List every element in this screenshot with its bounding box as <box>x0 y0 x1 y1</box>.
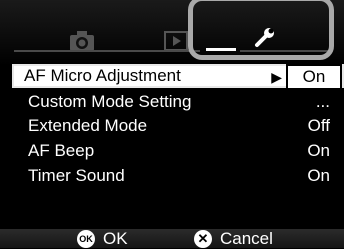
menu-item-extended-mode[interactable]: Extended Mode Off <box>18 114 344 138</box>
menu-item-value: On <box>302 67 326 86</box>
ok-button[interactable]: OK OK <box>77 229 128 248</box>
menu-item-label: AF Micro Adjustment <box>24 66 181 85</box>
menu-item-label: AF Beep <box>28 141 95 160</box>
cancel-label: Cancel <box>220 228 273 248</box>
menu-item-value: On <box>307 166 330 185</box>
tab-underline-camera <box>14 50 150 52</box>
cancel-icon: ✕ <box>194 229 212 248</box>
ok-icon: OK <box>77 229 95 248</box>
menu-item-label: Extended Mode <box>28 116 148 135</box>
playback-icon <box>164 31 188 51</box>
menu-item-af-micro-adjustment[interactable]: AF Micro Adjustment ▶ On <box>12 64 344 90</box>
menu-item-custom-mode-setting[interactable]: Custom Mode Setting ... <box>18 90 344 114</box>
menu-item-af-beep[interactable]: AF Beep On <box>18 139 344 163</box>
camera-icon <box>70 31 94 51</box>
menu-item-value: On <box>307 141 330 160</box>
bottom-guide-bar: OK OK ✕ Cancel <box>0 229 344 248</box>
menu-item-label: Custom Mode Setting <box>28 92 192 111</box>
menu-item-value: ... <box>315 92 330 111</box>
menu-item-timer-sound[interactable]: Timer Sound On <box>18 164 344 188</box>
menu-item-value-box: On <box>286 64 342 90</box>
ok-label: OK <box>103 228 128 248</box>
menu-item-value: Off <box>307 116 330 135</box>
cancel-button[interactable]: ✕ Cancel <box>194 229 273 248</box>
menu-item-label: Timer Sound <box>28 166 125 185</box>
right-arrow-icon: ▶ <box>271 69 282 85</box>
highlight-callout <box>188 0 334 60</box>
